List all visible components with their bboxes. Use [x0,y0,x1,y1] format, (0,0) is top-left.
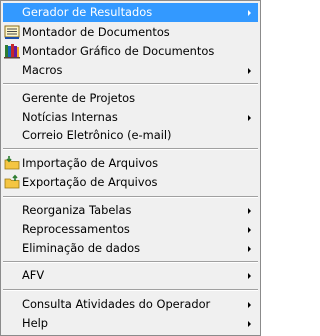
context-menu: Gerador de Resultados Montador de Docume… [0,0,261,336]
menu-item-label: Montador Gráfico de Documentos [22,44,215,58]
menu-item-exportacao-de-arquivos[interactable]: Exportação de Arquivos [3,173,258,192]
menu-item-label: Eliminação de dados [22,241,141,255]
menu-item-montador-de-documentos[interactable]: Montador de Documentos [3,23,258,42]
menu-item-noticias-internas[interactable]: Notícias Internas [3,108,258,127]
menu-separator [3,83,258,85]
menu-item-correio-eletronico[interactable]: Correio Eletrônico (e-mail) [3,126,258,145]
menu-item-label: Exportação de Arquivos [22,175,158,189]
menu-separator [3,196,258,198]
menu-item-label: Notícias Internas [22,110,118,124]
menu-item-label: Reprocessamentos [22,222,130,236]
menu-item-help[interactable]: Help [3,314,258,333]
submenu-arrow-icon [248,321,251,327]
folder-import-icon [4,156,20,170]
submenu-arrow-icon [248,115,251,121]
submenu-arrow-icon [248,227,251,233]
menu-item-gerador-de-resultados[interactable]: Gerador de Resultados [3,3,258,22]
menu-item-afv[interactable]: AFV [3,266,258,285]
menu-item-label: Importação de Arquivos [22,156,159,170]
menu-item-label: Reorganiza Tabelas [22,203,132,217]
submenu-arrow-icon [248,273,251,279]
books-icon [4,44,20,59]
menu-item-label: Help [22,316,48,330]
menu-item-label: Montador de Documentos [22,25,170,39]
submenu-arrow-icon [248,10,251,16]
menu-item-consulta-atividades[interactable]: Consulta Atividades do Operador [3,295,258,314]
submenu-arrow-icon [248,68,251,74]
submenu-arrow-icon [248,208,251,214]
menu-item-label: Macros [22,63,63,77]
menu-item-gerente-de-projetos[interactable]: Gerente de Projetos [3,89,258,108]
folder-export-icon [4,174,20,189]
menu-item-montador-grafico[interactable]: Montador Gráfico de Documentos [3,42,258,61]
menu-separator [3,289,258,291]
document-list-icon [4,25,20,39]
menu-item-label: Correio Eletrônico (e-mail) [22,128,172,142]
menu-item-label: AFV [22,268,45,282]
menu-item-eliminacao-de-dados[interactable]: Eliminação de dados [3,239,258,258]
submenu-arrow-icon [248,302,251,308]
menu-item-label: Gerador de Resultados [22,5,153,19]
menu-separator [3,148,258,150]
submenu-arrow-icon [248,246,251,252]
menu-item-reorganiza-tabelas[interactable]: Reorganiza Tabelas [3,201,258,220]
menu-item-importacao-de-arquivos[interactable]: Importação de Arquivos [3,154,258,173]
menu-item-reprocessamentos[interactable]: Reprocessamentos [3,220,258,239]
menu-item-macros[interactable]: Macros [3,61,258,80]
menu-item-label: Consulta Atividades do Operador [22,297,211,311]
menu-separator [3,261,258,263]
menu-item-label: Gerente de Projetos [22,91,136,105]
